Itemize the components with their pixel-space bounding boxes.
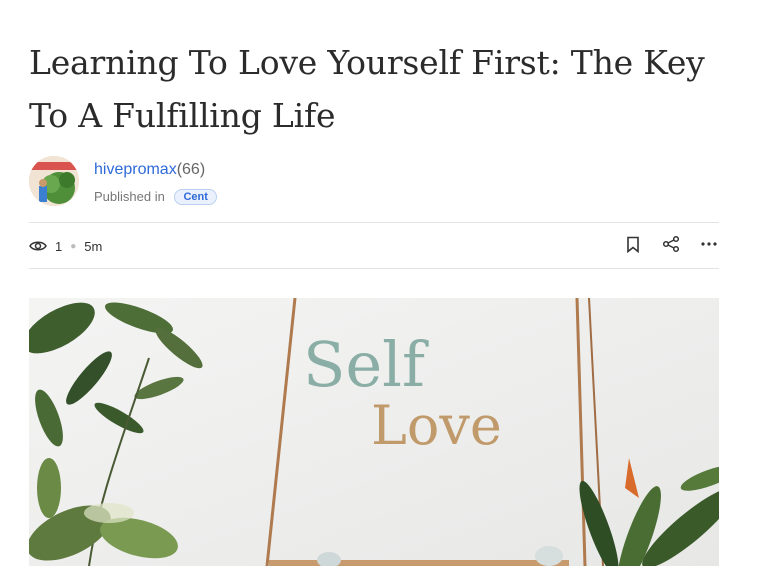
author-reputation: (66) bbox=[176, 161, 206, 178]
published-info: Published in Cent bbox=[94, 189, 217, 205]
divider-top bbox=[29, 222, 719, 223]
author-name[interactable]: hivepromax bbox=[94, 161, 177, 178]
divider-bottom bbox=[29, 268, 719, 269]
share-icon[interactable] bbox=[661, 234, 681, 254]
published-label: Published in bbox=[94, 189, 165, 204]
separator-dot: ● bbox=[70, 240, 77, 252]
article-title: Learning To Love Yourself First: The Key… bbox=[29, 43, 705, 135]
hero-text-self: Self bbox=[303, 328, 429, 401]
article-actions bbox=[623, 234, 719, 254]
hero-image: Self Love bbox=[29, 298, 719, 566]
community-badge[interactable]: Cent bbox=[174, 189, 217, 205]
hero-text-love: Love bbox=[371, 394, 502, 457]
eye-icon bbox=[29, 239, 47, 253]
author-block: hivepromax(66) Published in Cent bbox=[29, 156, 719, 208]
view-count: 1 bbox=[55, 238, 63, 254]
bookmark-icon[interactable] bbox=[623, 234, 643, 254]
more-horizontal-icon[interactable] bbox=[699, 234, 719, 254]
avatar[interactable] bbox=[29, 156, 79, 206]
article-stats: 1 ● 5m bbox=[29, 236, 102, 256]
read-time: 5m bbox=[84, 238, 103, 254]
author-link[interactable]: hivepromax(66) bbox=[94, 161, 205, 179]
